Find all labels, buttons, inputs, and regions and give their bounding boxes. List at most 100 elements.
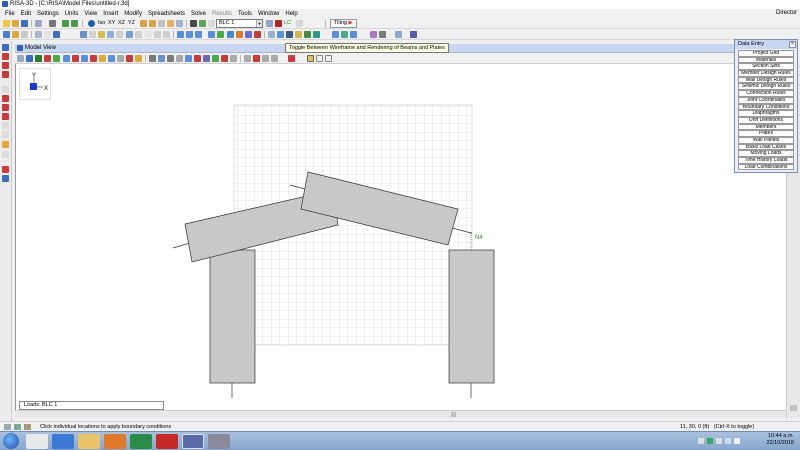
unselect-box-icon[interactable]: [2, 95, 9, 102]
view-top-icon[interactable]: [167, 55, 174, 62]
hscroll-thumb[interactable]: [451, 412, 456, 417]
browser-icon[interactable]: [52, 434, 74, 449]
director-label[interactable]: Director: [776, 10, 797, 16]
inspect-icon[interactable]: [277, 31, 284, 38]
redraw-icon[interactable]: [176, 20, 183, 27]
data-entry-basic-load-cases[interactable]: Basic Load Cases: [738, 143, 794, 151]
copy-elements-icon[interactable]: [154, 31, 161, 38]
arrow-tool-icon[interactable]: [313, 31, 320, 38]
data-entry-drift-definitions[interactable]: Drift Definitions: [738, 116, 794, 124]
area-load-icon[interactable]: [195, 31, 202, 38]
graphic-editing-icon[interactable]: [44, 31, 51, 38]
outlook-icon[interactable]: [104, 434, 126, 449]
view-deflection-icon[interactable]: [117, 55, 124, 62]
data-entry-member-design-rules[interactable]: Member Design Rules: [738, 70, 794, 77]
view-loads-icon[interactable]: [44, 55, 51, 62]
data-entry-members[interactable]: Members: [738, 123, 794, 131]
view-joints-icon[interactable]: [63, 55, 70, 62]
menu-settings[interactable]: Settings: [34, 11, 62, 17]
results-icon[interactable]: [275, 20, 282, 27]
view-plane-icon[interactable]: [262, 55, 269, 62]
model-view-icon[interactable]: [3, 31, 10, 38]
node-n4[interactable]: [470, 232, 472, 234]
status-grid-icon[interactable]: [4, 424, 11, 430]
data-entry-project-grid[interactable]: Project Grid: [738, 50, 794, 57]
save-icon[interactable]: [21, 20, 28, 27]
view-diaphragm-icon[interactable]: [81, 55, 88, 62]
left-column[interactable]: [209, 249, 256, 384]
draw-walls-icon[interactable]: [116, 31, 123, 38]
view-measure-icon[interactable]: [271, 55, 278, 62]
save-selection-icon[interactable]: [2, 141, 9, 148]
moving-load-icon[interactable]: [217, 31, 224, 38]
lock-selection-icon[interactable]: [2, 151, 9, 158]
toggle-render-icon[interactable]: [307, 55, 314, 62]
view-iso-icon[interactable]: [158, 55, 165, 62]
view-xz-button[interactable]: XZ: [118, 20, 125, 26]
info-icon[interactable]: [2, 175, 9, 182]
data-entry-section-sets[interactable]: Section Sets: [738, 63, 794, 71]
start-button-icon[interactable]: [3, 433, 19, 449]
member-spreadsheet-icon[interactable]: [21, 31, 28, 38]
view-model-icon[interactable]: [230, 55, 237, 62]
file-explorer-icon[interactable]: [78, 434, 100, 449]
view-labels-icon[interactable]: [99, 55, 106, 62]
polygon-select-icon[interactable]: [2, 62, 9, 69]
menu-help[interactable]: Help: [282, 11, 300, 17]
delete-icon[interactable]: [2, 166, 9, 173]
dimension-icon[interactable]: [286, 31, 293, 38]
load-display-icon[interactable]: [266, 20, 273, 27]
view-grid-icon[interactable]: [253, 55, 260, 62]
render-icon[interactable]: [199, 20, 206, 27]
draw-members-icon[interactable]: [98, 31, 105, 38]
tiling-button[interactable]: Tiling ▶: [330, 19, 357, 28]
lc-icon[interactable]: [304, 31, 311, 38]
surface-load-icon[interactable]: [208, 31, 215, 38]
view-plates-icon[interactable]: [35, 55, 42, 62]
data-entry-joint-coordinates[interactable]: Joint Coordinates: [738, 96, 794, 104]
menu-results[interactable]: Results: [209, 11, 235, 17]
pan-icon[interactable]: [167, 20, 174, 27]
view-yz-button[interactable]: YZ: [128, 20, 135, 26]
diaphragm-icon[interactable]: [135, 31, 142, 38]
data-entry-seismic-design-rules[interactable]: Seismic Design Rules: [738, 83, 794, 91]
view-rotate-icon[interactable]: [194, 55, 201, 62]
view-side-icon[interactable]: [176, 55, 183, 62]
clock[interactable]: 10:44 a.m. 22/10/2018: [766, 433, 794, 447]
menu-tools[interactable]: Tools: [235, 11, 255, 17]
solid-icon[interactable]: [325, 55, 332, 62]
new-file-icon[interactable]: [3, 20, 10, 27]
menu-view[interactable]: View: [81, 11, 100, 17]
criteria-select-icon[interactable]: [2, 131, 9, 138]
align-icon[interactable]: [332, 31, 339, 38]
status-ortho-icon[interactable]: [24, 424, 31, 430]
line-select-icon[interactable]: [2, 71, 9, 78]
menu-units[interactable]: Units: [62, 11, 82, 17]
graphics-options-icon[interactable]: [379, 31, 386, 38]
box-select-icon[interactable]: [2, 53, 9, 60]
zoom-out-icon[interactable]: [149, 20, 156, 27]
excel-icon[interactable]: [130, 434, 152, 449]
move-elements-icon[interactable]: [163, 31, 170, 38]
wind-load-icon[interactable]: [236, 31, 243, 38]
menu-modify[interactable]: Modify: [121, 11, 145, 17]
lock-icon[interactable]: [295, 31, 302, 38]
view-xy-button[interactable]: XY: [108, 20, 115, 26]
pdf-reader-icon[interactable]: [156, 434, 178, 449]
unselect-icon[interactable]: [268, 31, 275, 38]
view-front-icon[interactable]: [185, 55, 192, 62]
mesh-icon[interactable]: [145, 31, 152, 38]
view-axes-icon[interactable]: [108, 55, 115, 62]
folder-icon[interactable]: [12, 31, 19, 38]
status-snap-icon[interactable]: [14, 424, 21, 430]
wall-panel-icon[interactable]: [126, 31, 133, 38]
chrome-icon[interactable]: [208, 434, 230, 449]
view-clone-icon[interactable]: [149, 55, 156, 62]
tray-flag-icon[interactable]: [716, 438, 722, 444]
member-load-icon[interactable]: [177, 31, 184, 38]
tray-network-icon[interactable]: [707, 438, 713, 444]
selection-icon[interactable]: [2, 44, 9, 51]
spreadsheet-icon[interactable]: [296, 20, 303, 27]
data-entry-wall-design-rules[interactable]: Wall Design Rules: [738, 76, 794, 84]
zoom-box-icon[interactable]: [158, 20, 165, 27]
